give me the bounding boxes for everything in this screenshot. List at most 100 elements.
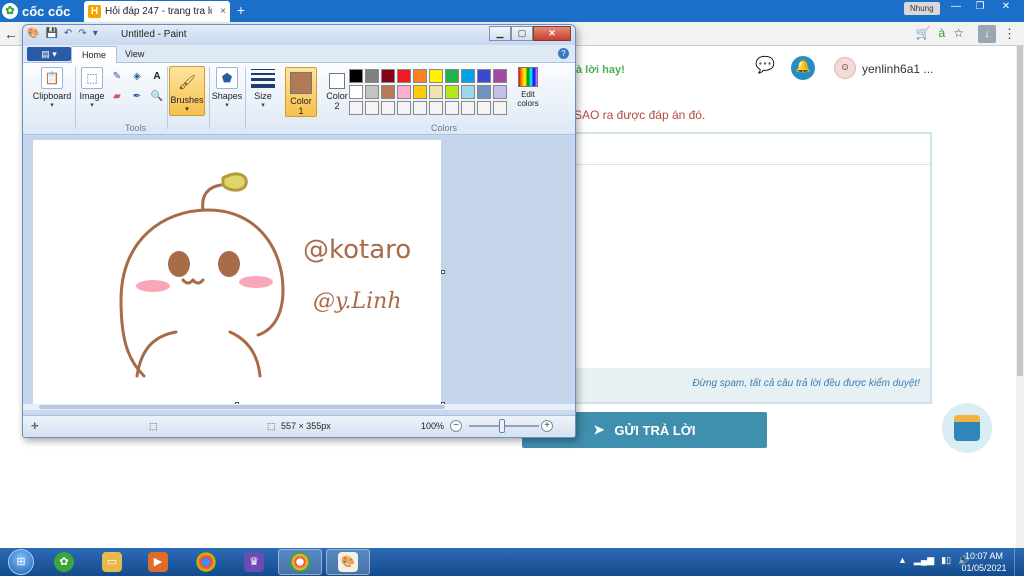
canvas-resize-handle-right[interactable] <box>441 270 445 274</box>
text-icon[interactable]: A <box>149 69 165 85</box>
paint-file-menu-button[interactable]: ▤ ▾ <box>27 47 71 61</box>
palette-swatch[interactable] <box>365 85 379 99</box>
show-desktop-button[interactable] <box>1014 548 1024 576</box>
palette-swatch[interactable] <box>397 85 411 99</box>
avatar[interactable]: ☺ <box>834 57 856 79</box>
palette-swatch[interactable] <box>493 85 507 99</box>
quick-access-toolbar: 🎨 💾 ↶ ↷ ▾ <box>27 28 98 39</box>
browser-close-button[interactable]: ✕ <box>994 0 1018 15</box>
palette-swatch[interactable] <box>381 85 395 99</box>
paint-close-button[interactable]: ✕ <box>533 26 571 41</box>
coccoc-logo[interactable]: ✿ cốc cốc <box>2 2 70 20</box>
palette-swatch[interactable] <box>477 69 491 83</box>
taskbar-game[interactable]: ♛ <box>232 549 276 575</box>
drawing-canvas[interactable]: @kotaro @y.Linh <box>33 140 441 404</box>
fill-icon[interactable]: ◈ <box>129 69 145 85</box>
browser-minimize-button[interactable]: — <box>944 0 968 15</box>
paint-minimize-button[interactable]: ▁ <box>489 26 511 41</box>
paint-maximize-button[interactable]: ▢ <box>511 26 533 41</box>
bell-icon[interactable]: 🔔 <box>791 56 815 80</box>
browser-menu-button[interactable]: ⋮ <box>1003 26 1016 42</box>
palette-swatch[interactable] <box>493 101 507 115</box>
palette-swatch[interactable] <box>365 101 379 115</box>
username[interactable]: yenlinh6a1 ... <box>862 62 933 76</box>
help-icon[interactable]: ? <box>558 48 569 59</box>
pencil-icon[interactable]: ✎ <box>109 69 125 85</box>
new-tab-button[interactable]: + <box>233 2 249 18</box>
customize-qa-icon[interactable]: ▾ <box>93 28 98 39</box>
palette-swatch[interactable] <box>493 69 507 83</box>
tray-expand-icon[interactable]: ▲ <box>898 555 907 566</box>
taskbar-explorer[interactable]: ▭ <box>90 549 134 575</box>
size-button[interactable]: Size ▾ <box>247 67 279 109</box>
palette-swatch[interactable] <box>381 101 395 115</box>
answer-editor[interactable]: Đừng spam, tất cả câu trả lời đều được k… <box>560 132 932 404</box>
palette-swatch[interactable] <box>413 101 427 115</box>
palette-swatch[interactable] <box>429 85 443 99</box>
zoom-out-button[interactable]: − <box>450 420 462 432</box>
save-icon[interactable]: 💾 <box>45 28 57 39</box>
page-scrollbar[interactable] <box>1016 46 1024 548</box>
palette-swatch[interactable] <box>397 69 411 83</box>
taskbar-chrome[interactable] <box>184 549 228 575</box>
palette-swatch[interactable] <box>413 85 427 99</box>
redo-icon[interactable]: ↷ <box>78 28 86 39</box>
palette-swatch[interactable] <box>477 101 491 115</box>
palette-swatch[interactable] <box>445 69 459 83</box>
battery-icon[interactable]: ▮▯ <box>941 555 951 566</box>
tab-home[interactable]: Home <box>71 46 118 63</box>
palette-swatch[interactable] <box>413 69 427 83</box>
size-label: Size <box>254 91 272 101</box>
image-button[interactable]: ⬚ Image ▾ <box>77 67 107 109</box>
palette-swatch[interactable] <box>445 85 459 99</box>
taskbar-clock[interactable]: 10:07 AM 01/05/2021 <box>958 550 1010 574</box>
coccoc-a-icon[interactable]: à <box>939 26 946 40</box>
cart-icon[interactable]: 🛒 <box>916 26 931 40</box>
palette-swatch[interactable] <box>445 101 459 115</box>
magnifier-icon[interactable]: 🔍 <box>149 89 165 105</box>
palette-swatch[interactable] <box>429 101 443 115</box>
zoom-in-button[interactable]: + <box>541 420 553 432</box>
close-tab-icon[interactable]: × <box>216 6 230 17</box>
palette-swatch[interactable] <box>349 101 363 115</box>
back-button[interactable]: ← <box>4 26 18 42</box>
color1-button[interactable]: Color 1 <box>285 67 317 117</box>
profile-name[interactable]: Nhung <box>904 2 940 15</box>
taskbar-media-player[interactable]: ▶ <box>136 549 180 575</box>
shapes-button[interactable]: ⬟ Shapes ▾ <box>211 67 243 109</box>
browser-maximize-button[interactable]: ❐ <box>968 0 992 15</box>
start-button[interactable]: ⊞ <box>2 548 40 576</box>
palette-swatch[interactable] <box>349 85 363 99</box>
network-icon[interactable]: ▂▄▆ <box>914 555 934 566</box>
palette-swatch[interactable] <box>461 101 475 115</box>
palette-swatch[interactable] <box>461 85 475 99</box>
canvas-scroll-thumb[interactable] <box>39 405 445 409</box>
eraser-icon[interactable]: ▰ <box>109 89 125 105</box>
taskbar-coccoc[interactable]: ✿ <box>42 549 86 575</box>
taskbar-coccoc-active[interactable] <box>278 549 322 575</box>
taskbar-paint-active[interactable]: 🎨 <box>326 549 370 575</box>
brushes-button[interactable]: 🖌 Brushes ▾ <box>169 66 205 116</box>
palette-swatch[interactable] <box>381 69 395 83</box>
clipboard-button[interactable]: 📋 Clipboard ▾ <box>31 67 73 109</box>
palette-swatch[interactable] <box>461 69 475 83</box>
star-icon[interactable]: ☆ <box>953 26 964 40</box>
color-picker-icon[interactable]: ✒ <box>129 89 145 105</box>
chat-icon[interactable]: 💬 <box>753 56 777 80</box>
download-icon[interactable]: ↓ <box>978 25 996 43</box>
palette-swatch[interactable] <box>477 85 491 99</box>
palette-swatch[interactable] <box>365 69 379 83</box>
zoom-slider-thumb[interactable] <box>499 419 505 433</box>
edit-colors-button[interactable]: Edit colors <box>513 67 543 108</box>
palette-swatch[interactable] <box>397 101 411 115</box>
tab-view[interactable]: View <box>115 46 154 63</box>
palette-swatch[interactable] <box>349 69 363 83</box>
browser-tab[interactable]: H Hỏi đáp 247 - trang tra lời × <box>84 1 230 22</box>
page-heading: à lời hay! <box>576 64 625 76</box>
page-scroll-thumb[interactable] <box>1017 46 1023 376</box>
gift-button[interactable] <box>942 403 992 453</box>
paint-app-icon[interactable]: 🎨 <box>27 28 39 39</box>
undo-icon[interactable]: ↶ <box>64 28 72 39</box>
palette-swatch[interactable] <box>429 69 443 83</box>
canvas-scrollbar[interactable] <box>23 404 575 410</box>
